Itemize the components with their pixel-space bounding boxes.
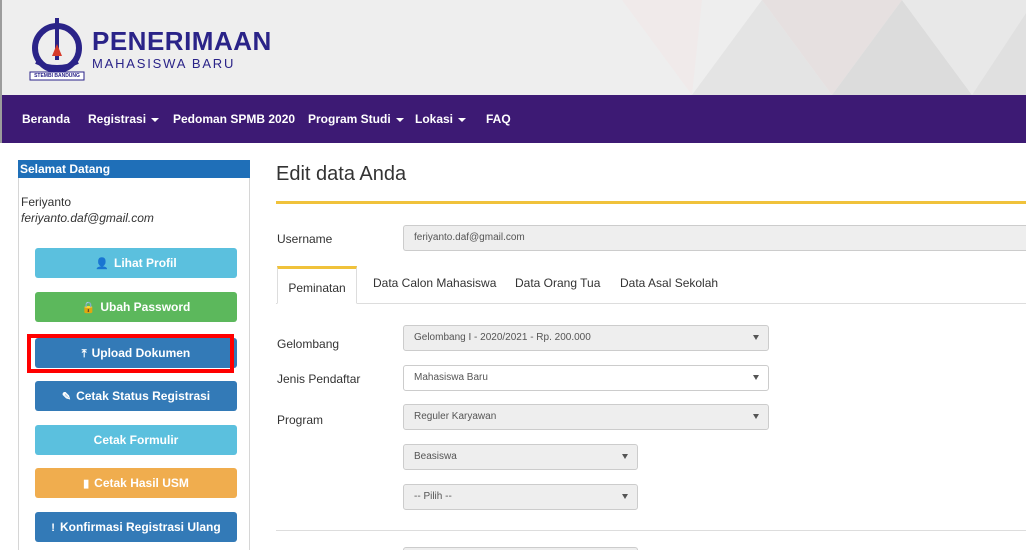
nav-program-studi-label: Program Studi bbox=[308, 112, 391, 126]
ubah-password-button[interactable]: 🔒 Ubah Password bbox=[35, 292, 237, 322]
sidebar-header: Selamat Datang bbox=[18, 160, 250, 178]
jenis-pendaftar-label: Jenis Pendaftar bbox=[277, 372, 361, 386]
program-value: Reguler Karyawan bbox=[414, 411, 497, 422]
gelombang-value: Gelombang I - 2020/2021 - Rp. 200.000 bbox=[414, 332, 591, 343]
tab-data-calon-mahasiswa-label: Data Calon Mahasiswa bbox=[373, 276, 497, 290]
lihat-profil-button[interactable]: 👤 Lihat Profil bbox=[35, 248, 237, 278]
nav-pedoman[interactable]: Pedoman SPMB 2020 bbox=[173, 95, 295, 143]
cetak-status-registrasi-label: Cetak Status Registrasi bbox=[76, 389, 211, 403]
jenis-pendaftar-select[interactable]: Mahasiswa Baru bbox=[403, 365, 769, 391]
nav-lokasi[interactable]: Lokasi bbox=[415, 95, 467, 143]
site-header: STEMBI BANDUNG PENERIMAAN MAHASISWA BARU bbox=[0, 0, 1026, 95]
gelombang-label: Gelombang bbox=[277, 337, 340, 351]
pilih-select[interactable]: -- Pilih -- bbox=[403, 484, 638, 510]
cetak-formulir-label: Cetak Formulir bbox=[93, 433, 179, 447]
ubah-password-label: Ubah Password bbox=[100, 300, 191, 314]
caret-down-icon bbox=[395, 117, 404, 122]
page-title: Edit data Anda bbox=[276, 163, 407, 185]
lock-icon: 🔒 bbox=[81, 302, 96, 314]
chevron-down-icon bbox=[622, 454, 628, 459]
nav-pedoman-label: Pedoman SPMB 2020 bbox=[173, 112, 296, 126]
username-input[interactable]: feriyanto.daf@gmail.com bbox=[403, 225, 1026, 251]
beasiswa-select[interactable]: Beasiswa bbox=[403, 444, 638, 470]
tab-data-asal-sekolah[interactable]: Data Asal Sekolah bbox=[620, 266, 718, 304]
konfirmasi-registrasi-ulang-button[interactable]: ! Konfirmasi Registrasi Ulang bbox=[35, 512, 237, 542]
chevron-down-icon bbox=[753, 414, 759, 419]
nav-registrasi[interactable]: Registrasi bbox=[88, 95, 160, 143]
nav-program-studi[interactable]: Program Studi bbox=[308, 95, 404, 143]
stembi-logo[interactable]: STEMBI BANDUNG bbox=[26, 14, 88, 86]
pilih-value: -- Pilih -- bbox=[414, 491, 452, 502]
username-label: Username bbox=[277, 232, 333, 246]
caret-down-icon bbox=[151, 117, 160, 122]
nav-beranda-label: Beranda bbox=[22, 112, 71, 126]
title-divider bbox=[276, 201, 1026, 204]
user-name: Feriyanto bbox=[21, 195, 72, 209]
nav-registrasi-label: Registrasi bbox=[88, 112, 147, 126]
file-icon: ▮ bbox=[83, 478, 90, 490]
tab-data-orang-tua[interactable]: Data Orang Tua bbox=[515, 266, 600, 304]
tab-peminatan[interactable]: Peminatan bbox=[277, 266, 357, 304]
program-select[interactable]: Reguler Karyawan bbox=[403, 404, 769, 430]
user-email: feriyanto.daf@gmail.com bbox=[21, 211, 154, 225]
tab-data-asal-sekolah-label: Data Asal Sekolah bbox=[620, 276, 719, 290]
brand-subtitle: MAHASISWA BARU bbox=[92, 56, 236, 71]
user-icon: 👤 bbox=[95, 258, 110, 270]
chevron-down-icon bbox=[622, 494, 628, 499]
lihat-profil-label: Lihat Profil bbox=[114, 256, 177, 270]
cetak-formulir-button[interactable]: Cetak Formulir bbox=[35, 425, 237, 455]
caret-down-icon bbox=[458, 117, 467, 122]
nav-lokasi-label: Lokasi bbox=[415, 112, 454, 126]
cetak-hasil-usm-button[interactable]: ▮ Cetak Hasil USM bbox=[35, 468, 237, 498]
logo-caption: STEMBI BANDUNG bbox=[34, 73, 80, 79]
upload-highlight-box bbox=[27, 334, 234, 373]
chevron-down-icon bbox=[753, 335, 759, 340]
konfirmasi-registrasi-ulang-label: Konfirmasi Registrasi Ulang bbox=[59, 520, 221, 534]
username-value: feriyanto.daf@gmail.com bbox=[414, 232, 525, 243]
tab-peminatan-label: Peminatan bbox=[288, 281, 346, 295]
beasiswa-value: Beasiswa bbox=[414, 451, 457, 462]
cetak-status-registrasi-button[interactable]: ✎ Cetak Status Registrasi bbox=[35, 381, 237, 411]
exclamation-icon: ! bbox=[51, 522, 55, 534]
gelombang-select[interactable]: Gelombang I - 2020/2021 - Rp. 200.000 bbox=[403, 325, 769, 351]
section-divider bbox=[276, 530, 1026, 531]
main-navbar: Beranda Registrasi Pedoman SPMB 2020 Pro… bbox=[0, 95, 1026, 143]
chevron-down-icon bbox=[753, 375, 759, 380]
cetak-hasil-usm-label: Cetak Hasil USM bbox=[94, 476, 189, 490]
tab-data-orang-tua-label: Data Orang Tua bbox=[515, 276, 601, 290]
tab-data-calon-mahasiswa[interactable]: Data Calon Mahasiswa bbox=[373, 266, 496, 304]
nav-faq-label: FAQ bbox=[486, 112, 511, 126]
edit-icon: ✎ bbox=[61, 391, 72, 403]
brand-text: PENERIMAAN MAHASISWA BARU bbox=[92, 28, 272, 71]
nav-faq[interactable]: FAQ bbox=[486, 95, 511, 143]
brand-title: PENERIMAAN bbox=[92, 26, 272, 56]
nav-beranda[interactable]: Beranda bbox=[22, 95, 70, 143]
program-label: Program bbox=[277, 413, 324, 427]
jenis-pendaftar-value: Mahasiswa Baru bbox=[414, 372, 488, 383]
